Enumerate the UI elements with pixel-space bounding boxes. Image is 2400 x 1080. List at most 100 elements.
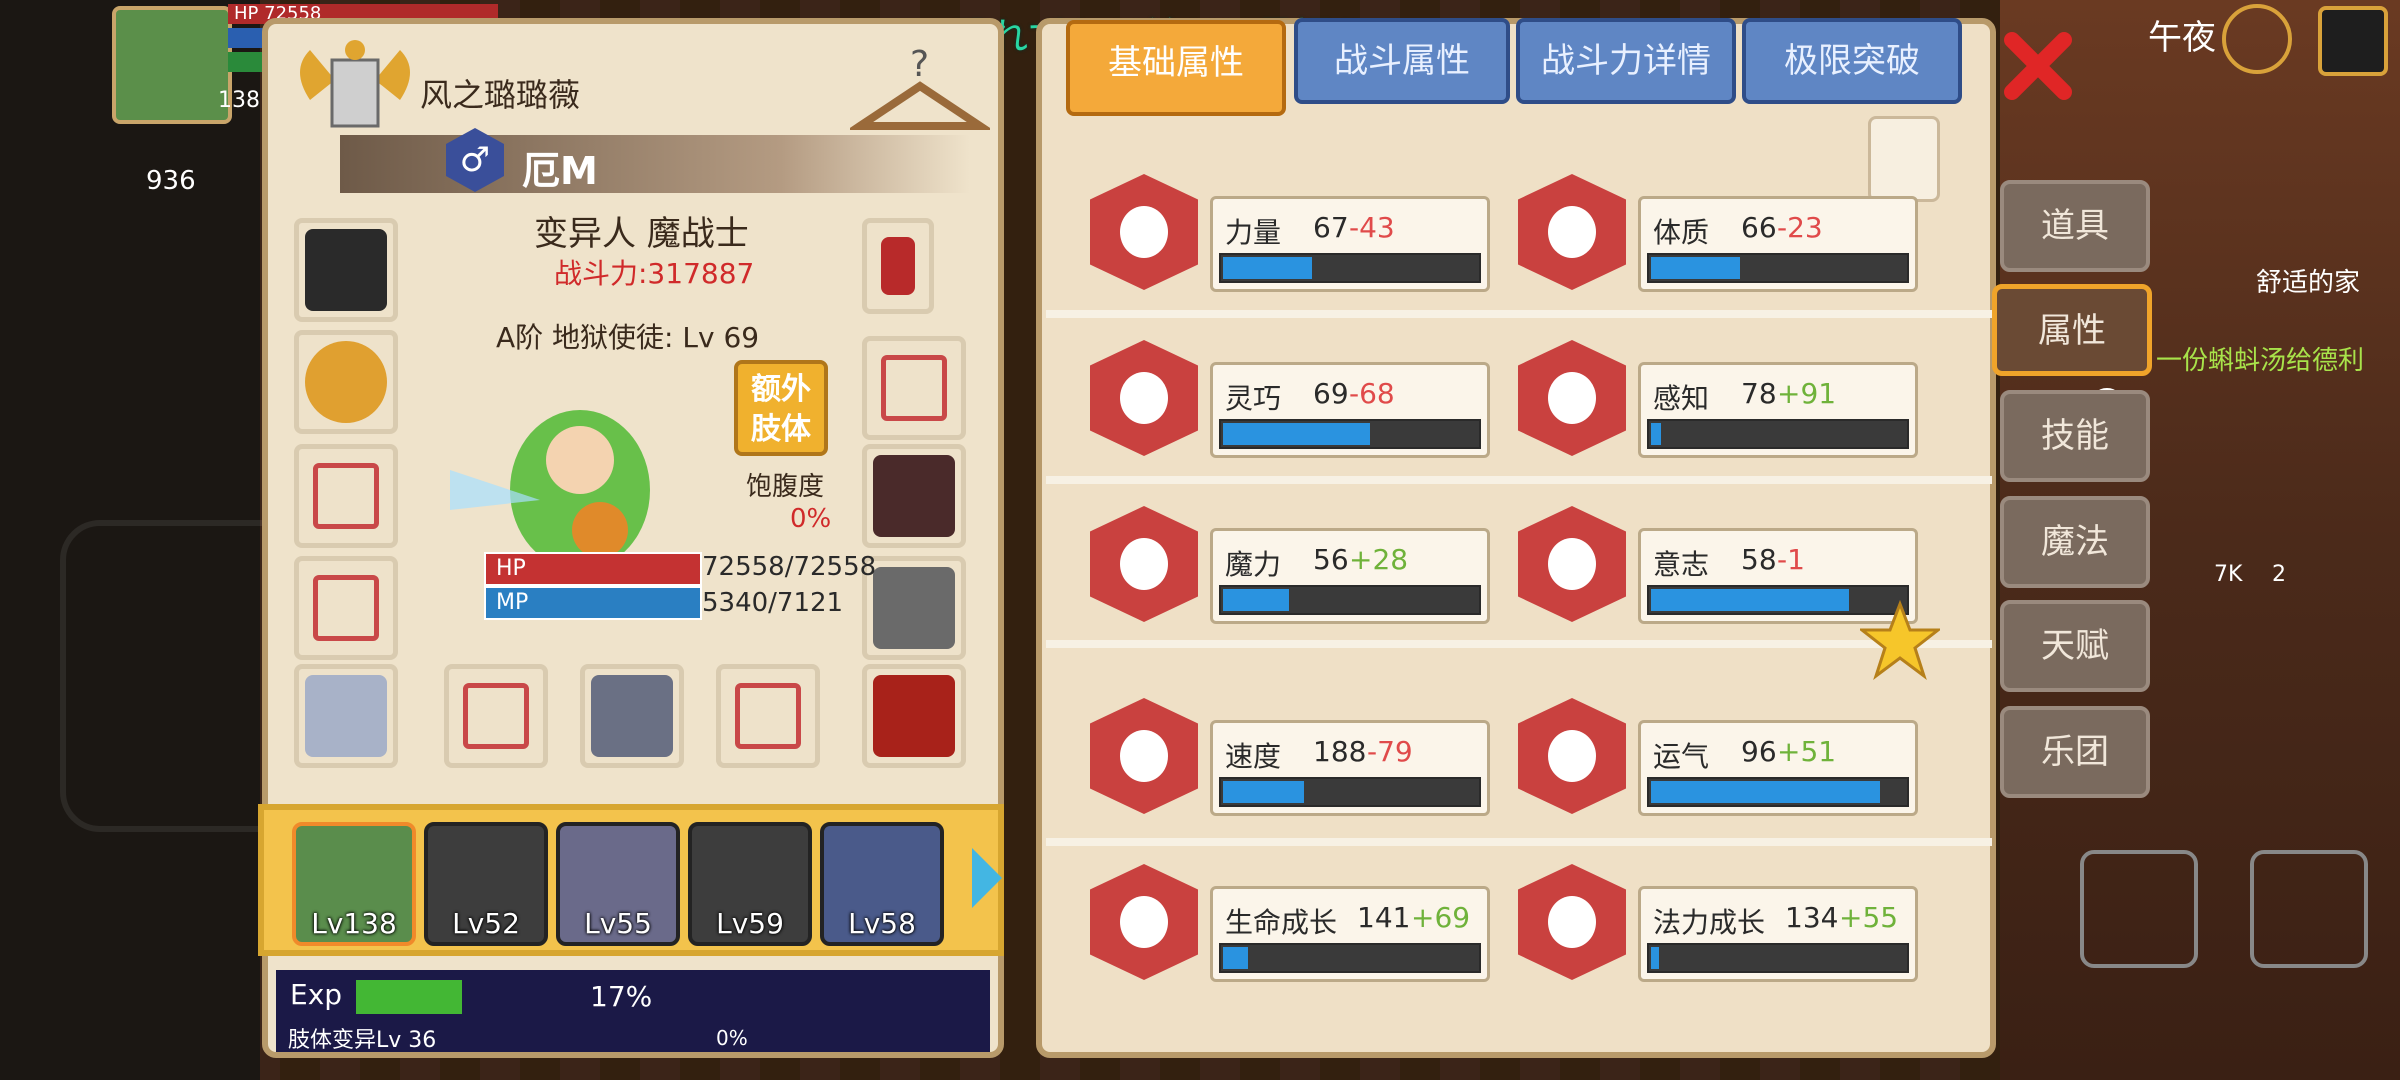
side-tab-magic[interactable]: 魔法: [2000, 496, 2150, 588]
equip-slot-head[interactable]: [294, 218, 398, 322]
stat-icon-glyph: [1120, 896, 1168, 948]
stat-modifier: -68: [1349, 377, 1395, 410]
equip-slot-gun[interactable]: [716, 664, 820, 768]
tab-combat-attributes[interactable]: 战斗属性: [1294, 18, 1510, 104]
party-next-arrow-icon[interactable]: [972, 848, 1002, 908]
equip-slot-boots[interactable]: [862, 664, 966, 768]
stat-icon-glyph: [1548, 538, 1596, 590]
mp-label: MP: [496, 590, 529, 615]
equip-slot-accessory-red[interactable]: [862, 218, 934, 314]
stat-progress-fill: [1223, 947, 1248, 969]
party-strip: Lv138 Lv52 Lv55 Lv59 Lv58: [258, 804, 1004, 956]
stat-box[interactable]: 生命成长 141 +69: [1210, 886, 1490, 982]
svg-text:?: ?: [910, 46, 929, 85]
stat-box[interactable]: 法力成长 134 +55: [1638, 886, 1918, 982]
party-member-4[interactable]: Lv59: [688, 822, 812, 946]
count-b: 2: [2272, 562, 2286, 587]
equip-slot-armor[interactable]: [294, 556, 398, 660]
stat-icon-glyph: [1120, 372, 1168, 424]
quest-label: 一份蝌蚪汤给德利: [2156, 346, 2365, 376]
equip-slot-glove[interactable]: [862, 336, 966, 440]
player-avatar[interactable]: [112, 6, 232, 124]
rank-level: A阶 地狱使徒: Lv 69: [496, 321, 760, 354]
party-member-3[interactable]: Lv55: [556, 822, 680, 946]
stat-base-value: 141: [1357, 901, 1411, 934]
stat-box[interactable]: 力量 67 -43: [1210, 196, 1490, 292]
stat-modifier: -43: [1349, 211, 1395, 244]
stat-name: 意志: [1653, 548, 1710, 581]
globe-icon[interactable]: [2222, 4, 2292, 74]
tab-basic-attributes[interactable]: 基础属性: [1066, 20, 1286, 116]
side-tab-items[interactable]: 道具: [2000, 180, 2150, 272]
stat-progress-fill: [1223, 423, 1370, 445]
satiety-label: 饱腹度: [746, 472, 825, 502]
stat-name: 速度: [1225, 740, 1282, 773]
equip-slot-foot[interactable]: [294, 664, 398, 768]
stat-icon-glyph: [1548, 896, 1596, 948]
stat-icon-glyph: [1120, 730, 1168, 782]
stat-base-value: 78: [1741, 377, 1777, 410]
side-tab-talent[interactable]: 天赋: [2000, 600, 2150, 692]
equip-slot-shield[interactable]: [580, 664, 684, 768]
exp-percent: 17%: [590, 980, 653, 1013]
combat-power: 战斗力:317887: [554, 257, 755, 290]
mp-bar: MP: [484, 586, 702, 620]
stat-name: 感知: [1653, 382, 1710, 415]
equip-slot-staff[interactable]: [444, 664, 548, 768]
equip-slot-shoulder[interactable]: [862, 444, 966, 548]
party-member-level: Lv58: [848, 907, 916, 940]
stat-name: 法力成长: [1653, 906, 1766, 939]
limb-mutation-percent: 0%: [716, 1026, 748, 1050]
equip-slot-neck[interactable]: [294, 330, 398, 434]
stat-box[interactable]: 速度 188 -79: [1210, 720, 1490, 816]
extra-limb-button[interactable]: 额外肢体: [734, 360, 828, 456]
close-icon[interactable]: [2000, 28, 2076, 104]
hp-value: 72558/72558: [702, 552, 877, 582]
party-member-5[interactable]: Lv58: [820, 822, 944, 946]
potion-icon[interactable]: [1868, 116, 1940, 202]
sword-icon[interactable]: [2080, 850, 2198, 968]
stat-progress-bar: [1219, 585, 1481, 615]
stat-base-value: 56: [1313, 543, 1349, 576]
stat-progress-bar: [1647, 253, 1909, 283]
stat-box[interactable]: 感知 78 +91: [1638, 362, 1918, 458]
stat-progress-fill: [1223, 257, 1312, 279]
stat-progress-bar: [1219, 777, 1481, 807]
stat-modifier: -1: [1777, 543, 1805, 576]
mp-value: 5340/7121: [702, 588, 844, 618]
row-separator: [1046, 476, 1992, 484]
stat-modifier: +69: [1411, 901, 1471, 934]
equip-slot-belt[interactable]: [862, 556, 966, 660]
location-label: 午夜: [2148, 18, 2216, 58]
limb-mutation-label: 肢体变异Lv 36: [288, 1028, 437, 1053]
stat-box[interactable]: 体质 66 -23: [1638, 196, 1918, 292]
stat-modifier: +91: [1777, 377, 1837, 410]
party-member-level: Lv55: [584, 907, 652, 940]
star-icon[interactable]: [1860, 600, 1940, 680]
party-member-1[interactable]: Lv138: [292, 822, 416, 946]
exit-icon[interactable]: [2318, 6, 2388, 76]
stat-name: 运气: [1653, 740, 1710, 773]
character-name: 风之璐璐薇: [420, 76, 581, 114]
stat-base-value: 66: [1741, 211, 1777, 244]
stat-box[interactable]: 灵巧 69 -68: [1210, 362, 1490, 458]
stat-base-value: 67: [1313, 211, 1349, 244]
tab-limit-break[interactable]: 极限突破: [1742, 18, 1962, 104]
stat-name: 体质: [1653, 216, 1710, 249]
side-tab-skills[interactable]: 技能: [2000, 390, 2150, 482]
side-tab-attributes[interactable]: 属性: [1992, 284, 2152, 376]
stat-base-value: 58: [1741, 543, 1777, 576]
hanger-icon[interactable]: ?: [850, 46, 990, 136]
row-separator: [1046, 640, 1992, 648]
side-tab-band[interactable]: 乐团: [2000, 706, 2150, 798]
equip-slot-weapon-wing[interactable]: [294, 444, 398, 548]
stat-progress-bar: [1219, 253, 1481, 283]
party-member-2[interactable]: Lv52: [424, 822, 548, 946]
tab-power-details[interactable]: 战斗力详情: [1516, 18, 1736, 104]
stat-modifier: +28: [1349, 543, 1409, 576]
bow-icon[interactable]: [2250, 850, 2368, 968]
hud-resource-count: 936: [146, 166, 196, 196]
stat-box[interactable]: 魔力 56 +28: [1210, 528, 1490, 624]
stat-box[interactable]: 运气 96 +51: [1638, 720, 1918, 816]
stat-name: 力量: [1225, 216, 1282, 249]
